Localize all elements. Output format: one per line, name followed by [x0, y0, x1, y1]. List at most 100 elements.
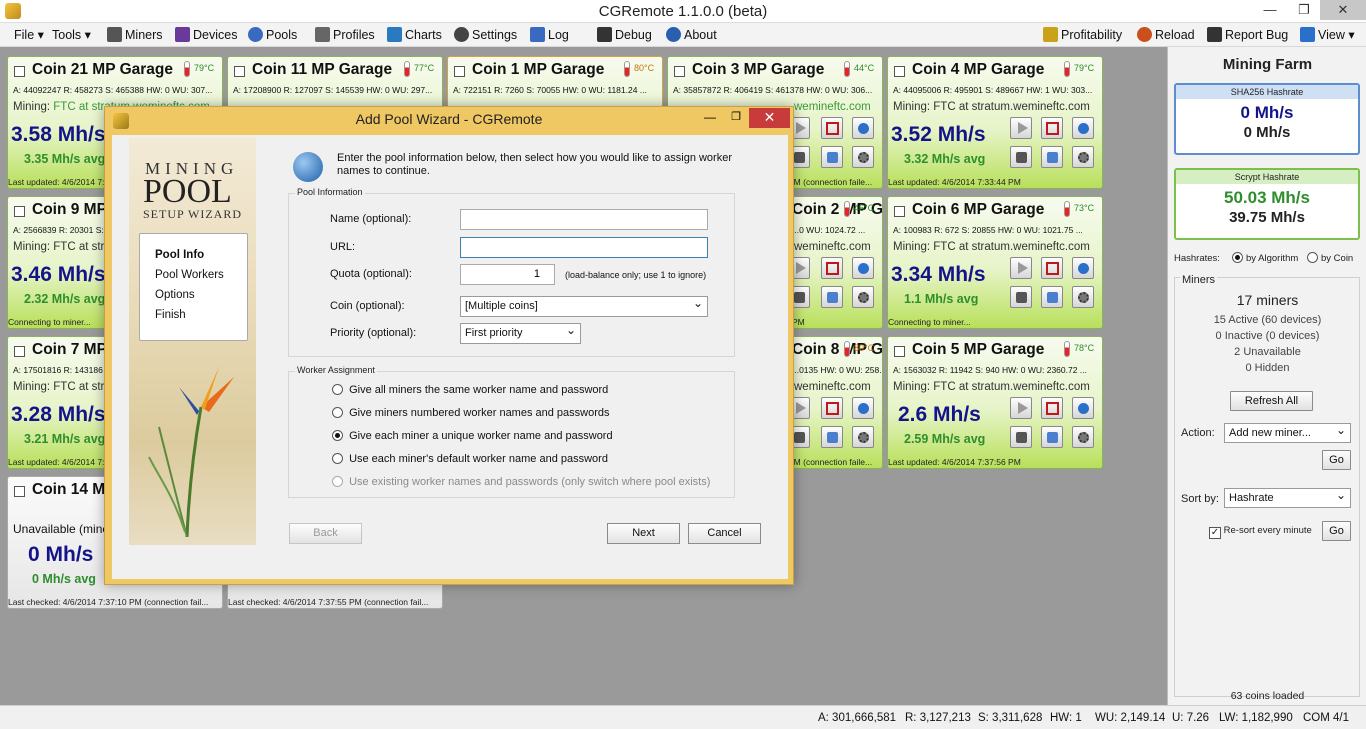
resort-checkbox[interactable]: ✓ Re-sort every minute	[1209, 525, 1312, 539]
gear-icon	[454, 27, 469, 42]
menu-log[interactable]: Log	[530, 27, 569, 42]
quota-stepper[interactable]: 1	[460, 264, 555, 285]
dialog-maximize-button[interactable]: ❐	[723, 108, 749, 128]
reload-miner-button[interactable]	[1041, 286, 1063, 308]
restart-button[interactable]	[1072, 257, 1094, 279]
step-finish: Finish	[155, 309, 186, 321]
menu-report-bug[interactable]: Report Bug	[1207, 27, 1288, 42]
cancel-button[interactable]: Cancel	[688, 523, 761, 544]
settings-button[interactable]	[852, 146, 874, 168]
network-button[interactable]	[1010, 426, 1032, 448]
by-algorithm-radio[interactable]: by Algorithm	[1232, 252, 1298, 264]
coin-select[interactable]: [Multiple coins]	[460, 294, 708, 317]
option-numbered-worker[interactable]: Give miners numbered worker names and pa…	[332, 407, 610, 419]
settings-button[interactable]	[852, 286, 874, 308]
reload-miner-button[interactable]	[821, 426, 843, 448]
stop-button[interactable]	[821, 397, 843, 419]
tile-checkbox[interactable]	[234, 66, 245, 77]
menu-settings[interactable]: Settings	[454, 27, 517, 42]
option-existing-worker[interactable]: Use existing worker names and passwords …	[332, 476, 710, 488]
restart-button[interactable]	[852, 397, 874, 419]
pool-name-input[interactable]	[460, 209, 708, 230]
debug-icon	[597, 27, 612, 42]
menu-reload[interactable]: Reload	[1137, 27, 1195, 42]
restart-button[interactable]	[1072, 397, 1094, 419]
action-go-button[interactable]: Go	[1322, 450, 1351, 470]
thermometer-icon	[404, 61, 410, 77]
miner-tile[interactable]: Coin 6 MP Garage 73°C A: 100983 R: 672 S…	[887, 196, 1103, 329]
start-button[interactable]	[1010, 257, 1032, 279]
menu-devices[interactable]: Devices	[175, 27, 237, 42]
restart-button[interactable]	[852, 117, 874, 139]
option-default-worker[interactable]: Use each miner's default worker name and…	[332, 453, 608, 465]
menu-tools[interactable]: Tools ▾	[52, 27, 91, 42]
settings-button[interactable]	[1072, 286, 1094, 308]
restart-button[interactable]	[1072, 117, 1094, 139]
thermometer-icon	[1064, 341, 1070, 357]
menu-debug[interactable]: Debug	[597, 27, 652, 42]
sort-select[interactable]: Hashrate	[1224, 486, 1351, 508]
menu-profiles[interactable]: Profiles	[315, 27, 375, 42]
action-select[interactable]: Add new miner...	[1224, 421, 1351, 443]
start-button[interactable]	[1010, 117, 1032, 139]
minimize-button[interactable]: —	[1256, 0, 1284, 20]
start-button[interactable]	[1010, 397, 1032, 419]
priority-select[interactable]: First priority	[460, 321, 581, 344]
scrypt-hashrate-box: Scrypt Hashrate 50.03 Mh/s 39.75 Mh/s	[1174, 168, 1360, 240]
stop-button[interactable]	[821, 257, 843, 279]
wizard-side-image: MINING POOL SETUP WIZARD Pool Info Pool …	[129, 137, 256, 545]
tile-checkbox[interactable]	[894, 206, 905, 217]
thermometer-icon	[624, 61, 630, 77]
tile-checkbox[interactable]	[14, 206, 25, 217]
menu-charts[interactable]: Charts	[387, 27, 442, 42]
reload-miner-button[interactable]	[1041, 146, 1063, 168]
menu-about[interactable]: About	[666, 27, 717, 42]
menu-view[interactable]: View ▾	[1300, 27, 1355, 42]
reload-miner-button[interactable]	[821, 286, 843, 308]
sort-go-button[interactable]: Go	[1322, 521, 1351, 541]
menu-file[interactable]: File ▾	[14, 27, 44, 42]
refresh-all-button[interactable]: Refresh All	[1230, 391, 1313, 411]
network-button[interactable]	[1010, 286, 1032, 308]
option-unique-worker[interactable]: Give each miner a unique worker name and…	[332, 430, 613, 442]
back-button[interactable]: Back	[289, 523, 362, 544]
dialog-minimize-button[interactable]: —	[697, 108, 723, 128]
by-coin-radio[interactable]: by Coin	[1307, 252, 1353, 264]
tile-checkbox[interactable]	[14, 486, 25, 497]
pool-url-input[interactable]	[460, 237, 708, 258]
reload-miner-button[interactable]	[821, 146, 843, 168]
tile-checkbox[interactable]	[454, 66, 465, 77]
menu-profitability[interactable]: Profitability	[1043, 27, 1122, 42]
dialog-close-button[interactable]: ✕	[749, 108, 790, 128]
stop-button[interactable]	[1041, 257, 1063, 279]
tile-checkbox[interactable]	[674, 66, 685, 77]
option-same-worker[interactable]: Give all miners the same worker name and…	[332, 384, 608, 396]
maximize-button[interactable]: ❐	[1290, 0, 1318, 20]
step-options: Options	[155, 289, 195, 301]
stop-button[interactable]	[1041, 117, 1063, 139]
thermometer-icon	[1064, 201, 1070, 217]
menu-pools[interactable]: Pools	[248, 27, 297, 42]
miner-tile[interactable]: Coin 4 MP Garage 79°C A: 44095006 R: 495…	[887, 56, 1103, 189]
menu-miners[interactable]: Miners	[107, 27, 163, 42]
network-button[interactable]	[1010, 146, 1032, 168]
tile-checkbox[interactable]	[14, 66, 25, 77]
close-button[interactable]: ✕	[1320, 0, 1366, 20]
stop-button[interactable]	[821, 117, 843, 139]
settings-button[interactable]	[1072, 146, 1094, 168]
tile-checkbox[interactable]	[14, 346, 25, 357]
reload-miner-button[interactable]	[1041, 426, 1063, 448]
miner-tile[interactable]: Coin 5 MP Garage 78°C A: 1563032 R: 1194…	[887, 336, 1103, 469]
step-pool-workers: Pool Workers	[155, 269, 224, 281]
restart-button[interactable]	[852, 257, 874, 279]
stop-button[interactable]	[1041, 397, 1063, 419]
thermometer-icon	[844, 201, 850, 217]
settings-button[interactable]	[1072, 426, 1094, 448]
miners-icon	[107, 27, 122, 42]
tile-checkbox[interactable]	[894, 346, 905, 357]
next-button[interactable]: Next	[607, 523, 680, 544]
thermometer-icon	[1064, 61, 1070, 77]
tile-checkbox[interactable]	[894, 66, 905, 77]
profiles-icon	[315, 27, 330, 42]
settings-button[interactable]	[852, 426, 874, 448]
